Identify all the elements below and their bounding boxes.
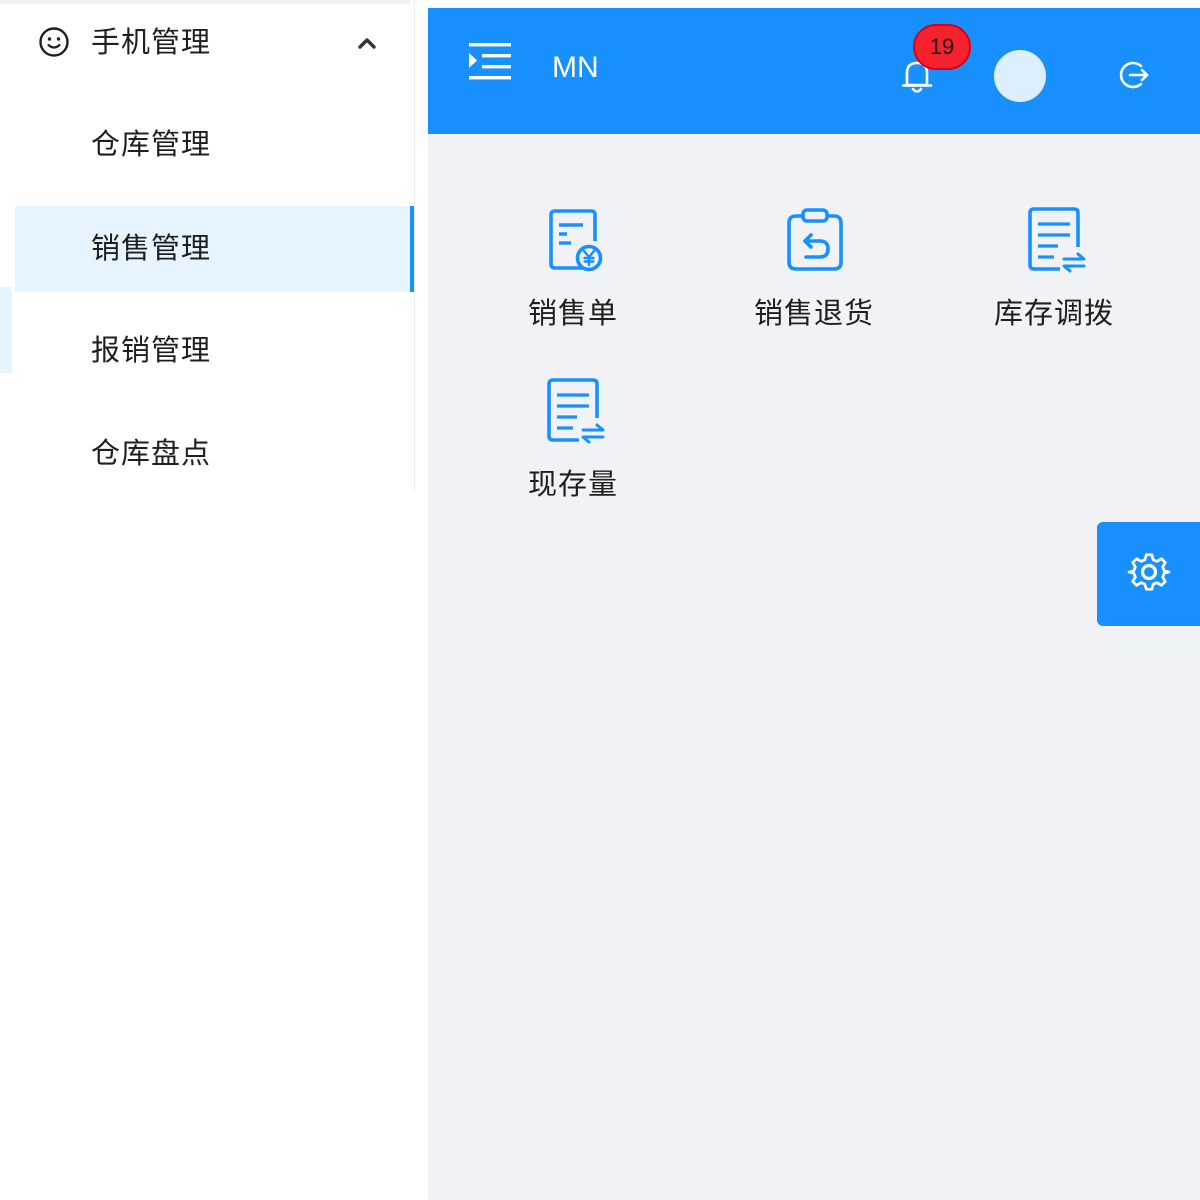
tile-label: 库存调拨 (993, 296, 1114, 330)
chevron-up-icon[interactable] (356, 35, 378, 51)
settings-button[interactable] (1097, 522, 1200, 626)
logout-icon[interactable] (1116, 58, 1150, 92)
sales-order-icon (549, 209, 603, 272)
sidebar-item-label: 仓库管理 (91, 127, 212, 161)
sidebar-item-warehouse-management[interactable]: 仓库管理 (15, 102, 414, 188)
tile-label: 现存量 (527, 467, 618, 501)
tile-stock-quantity[interactable]: 现存量 (473, 378, 673, 528)
tile-sales-order[interactable]: 销售单 (473, 207, 673, 357)
sidebar-item-warehouse-stocktake[interactable]: 仓库盘点 (15, 411, 414, 497)
sidebar: 手机管理 仓库管理 销售管理 报销管理 仓库盘点 (0, 0, 427, 1200)
stock-quantity-icon (547, 378, 605, 444)
top-header: MN 19 (428, 8, 1200, 134)
brand-title: MN (552, 51, 599, 84)
tile-stock-transfer[interactable]: 库存调拨 (954, 207, 1154, 357)
main-content: 销售单 销售退货 库存调拨 现存量 (428, 134, 1200, 1200)
tile-sales-return[interactable]: 销售退货 (714, 207, 914, 357)
sidebar-item-sales-management[interactable]: 销售管理 (15, 206, 414, 292)
left-edge-indicator (0, 287, 12, 373)
sidebar-item-label: 仓库盘点 (91, 436, 212, 470)
sidebar-divider (414, 0, 415, 492)
notification-count-badge: 19 (913, 24, 971, 70)
smile-icon (39, 27, 69, 57)
menu-group-phone-management[interactable]: 手机管理 (0, 4, 414, 82)
sidebar-item-label: 销售管理 (91, 231, 212, 265)
gear-icon (1127, 553, 1171, 591)
avatar[interactable] (994, 50, 1046, 102)
sidebar-item-label: 报销管理 (91, 333, 212, 367)
sidebar-item-reimbursement-management[interactable]: 报销管理 (15, 308, 414, 394)
header-top-gap (428, 0, 1200, 8)
sales-return-icon (787, 208, 843, 271)
tile-label: 销售退货 (753, 296, 874, 330)
menu-indent-icon[interactable] (468, 41, 512, 81)
menu-group-label: 手机管理 (91, 25, 212, 59)
stock-transfer-icon (1028, 207, 1086, 273)
tile-label: 销售单 (527, 296, 618, 330)
